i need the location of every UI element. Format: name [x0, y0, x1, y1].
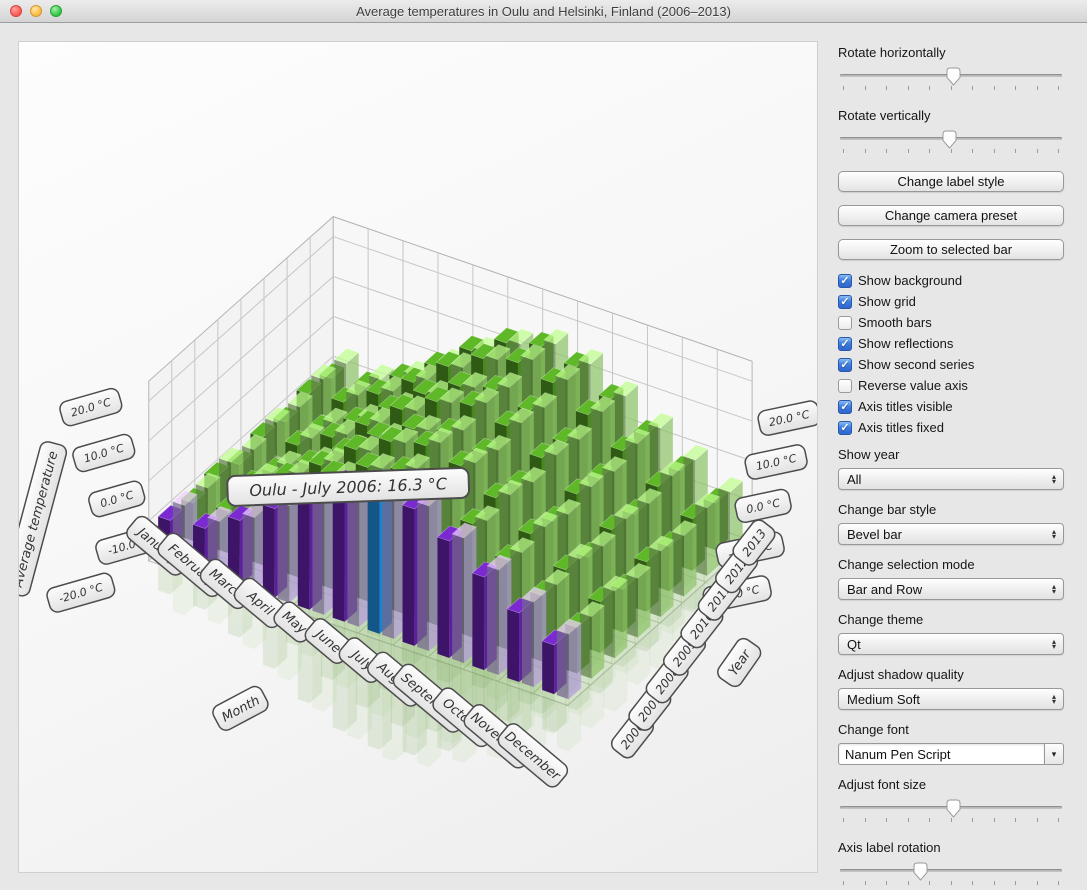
change-bar-style-select-value: Bevel bar [847, 527, 1045, 542]
slider-track [840, 869, 1062, 872]
smooth-bars-checkbox-row: Smooth bars [838, 315, 1064, 330]
change-selection-mode-select[interactable]: Bar and Row▴▾ [838, 578, 1064, 600]
axis-title-month: Month [210, 684, 271, 733]
rotate-vertically-slider-label: Rotate vertically [838, 108, 1064, 123]
reverse-value-axis-checkbox[interactable] [838, 379, 852, 393]
minimize-window-button[interactable] [30, 5, 42, 17]
change-selection-mode-select-value: Bar and Row [847, 582, 1045, 597]
slider-ticks [843, 86, 1059, 90]
slider-handle[interactable] [942, 130, 957, 149]
3d-bar-chart[interactable]: 20.0 °C10.0 °C0.0 °C-10.0 °C-20.0 °C20.0… [19, 42, 817, 872]
value-axis-tick-label: 10.0 °C [71, 433, 136, 474]
show-reflections-checkbox[interactable]: ✓ [838, 337, 852, 351]
slider-handle[interactable] [946, 67, 961, 86]
value-axis-tick-label: 20.0 °C [757, 400, 817, 437]
show-grid-checkbox-row: ✓ Show grid [838, 294, 1064, 309]
slider-ticks [843, 818, 1059, 822]
axis-title-year: Year [715, 636, 764, 690]
show-grid-checkbox[interactable]: ✓ [838, 295, 852, 309]
rotate-horizontally-slider[interactable] [840, 66, 1062, 92]
adjust-font-size-slider[interactable] [840, 798, 1062, 824]
updown-arrows-icon: ▴▾ [1045, 584, 1063, 594]
chart-canvas[interactable]: 20.0 °C10.0 °C0.0 °C-10.0 °C-20.0 °C20.0… [18, 41, 818, 873]
show-background-checkbox[interactable]: ✓ [838, 274, 852, 288]
value-axis-tick-label: -20.0 °C [45, 571, 116, 613]
show-second-series-checkbox-label: Show second series [858, 357, 974, 372]
change-font-combobox-label: Change font [838, 722, 1064, 737]
rotate-vertically-slider[interactable] [840, 129, 1062, 155]
show-year-select-value: All [847, 472, 1045, 487]
window-title: Average temperatures in Oulu and Helsink… [356, 4, 731, 19]
bar-second-series[interactable] [580, 602, 604, 679]
window-content: 20.0 °C10.0 °C0.0 °C-10.0 °C-20.0 °C20.0… [0, 23, 1087, 890]
updown-arrows-icon: ▴▾ [1045, 639, 1063, 649]
updown-arrows-icon: ▴▾ [1045, 694, 1063, 704]
value-axis-tick-label: 20.0 °C [58, 387, 123, 428]
axis-title-value: Average temperature [19, 440, 68, 598]
show-reflections-checkbox-row: ✓ Show reflections [838, 336, 1064, 351]
change-selection-mode-select-label: Change selection mode [838, 557, 1064, 572]
bar-second-series[interactable] [695, 493, 719, 576]
bar-second-series[interactable] [649, 536, 673, 617]
close-window-button[interactable] [10, 5, 22, 17]
axis-label-rotation-slider-label: Axis label rotation [838, 840, 1064, 855]
reverse-value-axis-checkbox-row: Reverse value axis [838, 378, 1064, 393]
show-second-series-checkbox-row: ✓ Show second series [838, 357, 1064, 372]
zoom-to-selected-bar-button[interactable]: Zoom to selected bar [838, 239, 1064, 260]
value-axis-tick-label: 0.0 °C [87, 479, 147, 518]
dropdown-arrow-icon[interactable]: ▾ [1044, 743, 1064, 765]
change-font-combobox-value: Nanum Pen Script [838, 743, 1044, 765]
smooth-bars-checkbox-label: Smooth bars [858, 315, 932, 330]
smooth-bars-checkbox[interactable] [838, 316, 852, 330]
axis-titles-fixed-checkbox-row: ✓ Axis titles fixed [838, 420, 1064, 435]
slider-ticks [843, 881, 1059, 885]
bar-second-series[interactable] [672, 520, 696, 596]
adjust-shadow-quality-select-value: Medium Soft [847, 692, 1045, 707]
show-grid-checkbox-label: Show grid [858, 294, 916, 309]
rotate-horizontally-slider-label: Rotate horizontally [838, 45, 1064, 60]
slider-handle[interactable] [946, 799, 961, 818]
app-window: Average temperatures in Oulu and Helsink… [0, 0, 1087, 890]
show-background-checkbox-row: ✓ Show background [838, 273, 1064, 288]
show-year-select[interactable]: All▴▾ [838, 468, 1064, 490]
show-reflections-checkbox-label: Show reflections [858, 336, 953, 351]
change-bar-style-select-label: Change bar style [838, 502, 1064, 517]
adjust-shadow-quality-select[interactable]: Medium Soft▴▾ [838, 688, 1064, 710]
change-bar-style-select[interactable]: Bevel bar▴▾ [838, 523, 1064, 545]
change-theme-select-label: Change theme [838, 612, 1064, 627]
bar-second-series[interactable] [626, 563, 650, 637]
value-axis-tick-label: 10.0 °C [744, 443, 809, 480]
axis-titles-visible-checkbox-row: ✓ Axis titles visible [838, 399, 1064, 414]
updown-arrows-icon: ▴▾ [1045, 474, 1063, 484]
change-label-style-button[interactable]: Change label style [838, 171, 1064, 192]
title-bar[interactable]: Average temperatures in Oulu and Helsink… [0, 0, 1087, 23]
adjust-shadow-quality-select-label: Adjust shadow quality [838, 667, 1064, 682]
show-background-checkbox-label: Show background [858, 273, 962, 288]
zoom-window-button[interactable] [50, 5, 62, 17]
change-font-combobox[interactable]: Nanum Pen Script▾ [838, 743, 1064, 765]
show-second-series-checkbox[interactable]: ✓ [838, 358, 852, 372]
bar-second-series[interactable] [557, 619, 581, 699]
axis-titles-visible-checkbox-label: Axis titles visible [858, 399, 953, 414]
adjust-font-size-slider-label: Adjust font size [838, 777, 1064, 792]
change-camera-preset-button[interactable]: Change camera preset [838, 205, 1064, 226]
axis-label-rotation-slider[interactable] [840, 861, 1062, 887]
traffic-lights [10, 5, 62, 17]
show-year-select-label: Show year [838, 447, 1064, 462]
axis-titles-fixed-checkbox-label: Axis titles fixed [858, 420, 944, 435]
updown-arrows-icon: ▴▾ [1045, 529, 1063, 539]
slider-ticks [843, 149, 1059, 153]
change-theme-select[interactable]: Qt▴▾ [838, 633, 1064, 655]
bar-second-series[interactable] [603, 576, 627, 658]
slider-handle[interactable] [913, 862, 928, 881]
reverse-value-axis-checkbox-label: Reverse value axis [858, 378, 968, 393]
axis-titles-fixed-checkbox[interactable]: ✓ [838, 421, 852, 435]
change-theme-select-value: Qt [847, 637, 1045, 652]
axis-titles-visible-checkbox[interactable]: ✓ [838, 400, 852, 414]
control-panel: Rotate horizontally Rotate vertically Chan… [838, 41, 1064, 890]
